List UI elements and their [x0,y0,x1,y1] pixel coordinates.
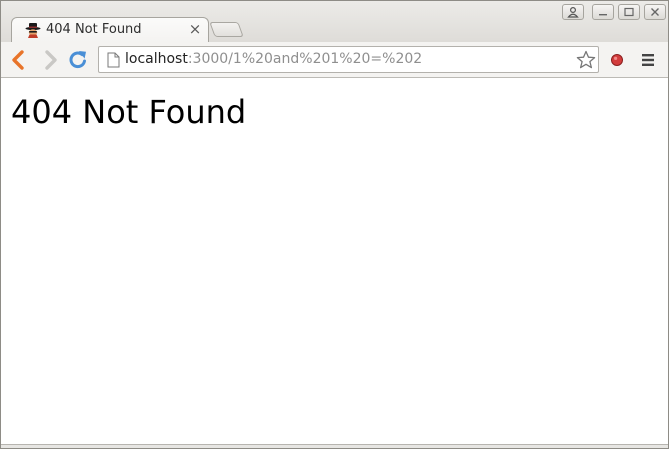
record-icon[interactable] [610,52,624,66]
close-window-button[interactable] [644,4,666,20]
tab-title: 404 Not Found [46,22,142,37]
url-host: localhost [125,51,188,67]
back-arrow-icon [12,50,24,70]
maximize-button[interactable] [618,4,640,20]
menu-icon[interactable] [640,52,656,66]
back-button[interactable] [8,49,30,71]
star-icon[interactable] [576,50,596,70]
url-text[interactable]: localhost:3000/1%20and%201%20=%202 [125,51,422,67]
title-bar: 404 Not Found × [1,1,668,42]
page-icon [107,52,120,68]
new-tab-button[interactable] [209,22,244,37]
tab-active[interactable]: 404 Not Found × [11,17,209,42]
reload-icon [69,51,86,69]
minimize-button[interactable] [592,4,614,20]
forward-button[interactable] [39,49,61,71]
page-heading: 404 Not Found [11,93,247,131]
window-bottom-border [1,444,668,448]
incognito-icon [25,22,41,38]
toolbar: localhost:3000/1%20and%201%20=%202 [1,42,668,78]
address-bar[interactable]: localhost:3000/1%20and%201%20=%202 [98,46,599,73]
forward-arrow-icon [45,50,57,70]
page-content: 404 Not Found [1,78,668,444]
tab-close-button[interactable]: × [188,20,202,38]
user-button[interactable] [562,4,584,20]
url-path: :3000/1%20and%201%20=%202 [187,51,423,67]
browser-window: 404 Not Found × localhost:3000/1%20and%2… [0,0,669,449]
reload-button[interactable] [67,49,89,71]
